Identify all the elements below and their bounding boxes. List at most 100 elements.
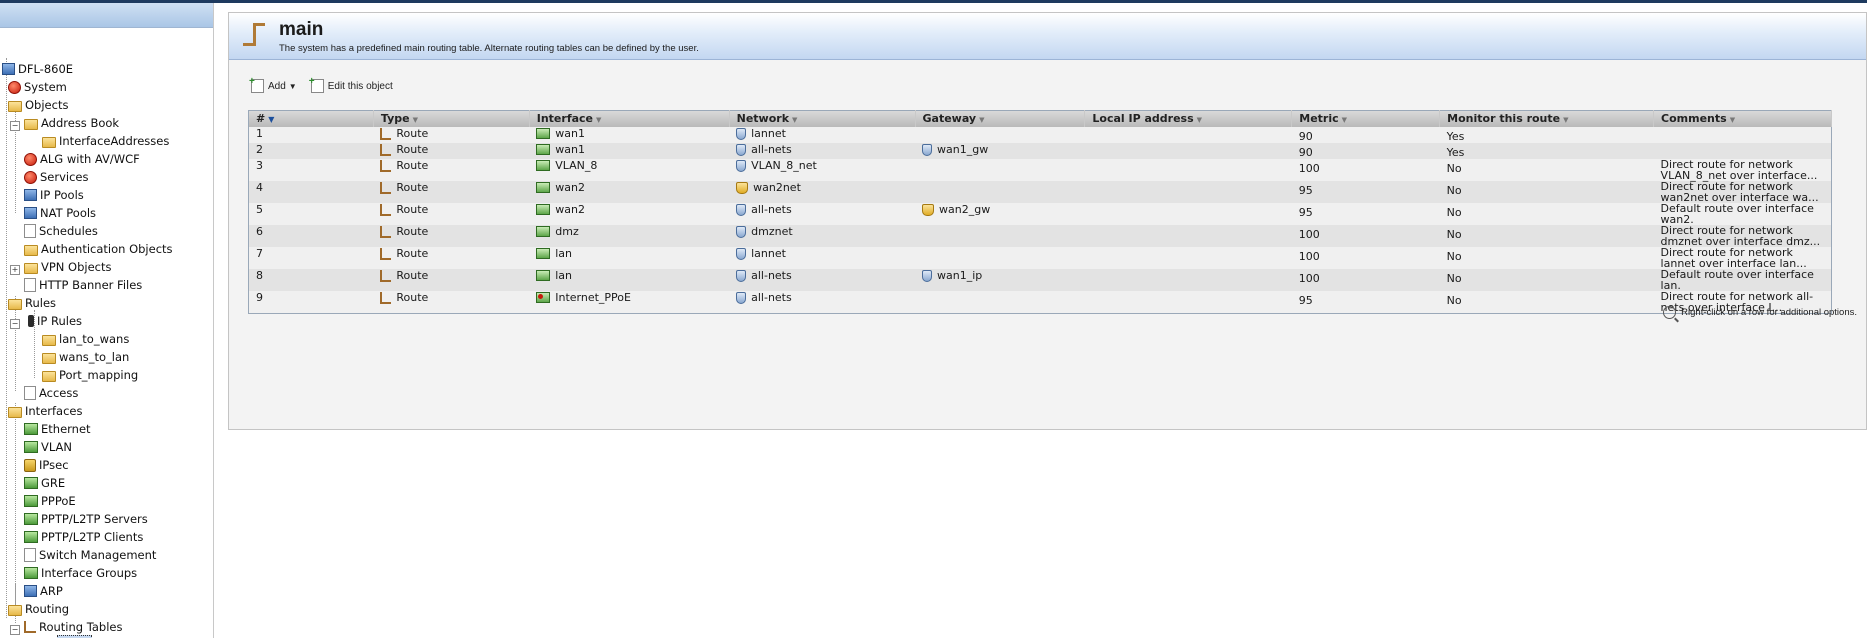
interface-icon <box>536 182 551 193</box>
folder-icon <box>8 100 22 112</box>
sort-icon: ▼ <box>1563 116 1569 125</box>
cell-comment: Default route over interface lan. <box>1660 267 1814 292</box>
expand-toggle[interactable]: − <box>10 319 20 329</box>
cell-network: wan2net <box>729 181 915 203</box>
tree-item-routing[interactable]: Routing <box>8 600 69 618</box>
cell-monitor: No <box>1446 205 1462 219</box>
route-icon <box>380 225 392 238</box>
tree-item-nat-pools[interactable]: NAT Pools <box>24 204 96 222</box>
tree-item-pppoe[interactable]: PPPoE <box>24 492 76 510</box>
tree-item-ipsec[interactable]: IPsec <box>24 456 69 474</box>
table-row[interactable]: 4 Route wan2 wan2net 95 No Direct route for ne… <box>248 180 1832 203</box>
access-icon <box>24 386 36 400</box>
table-row[interactable]: 5 Route wan2 all-nets wan2_gw 95 No Default rou… <box>248 202 1832 225</box>
tree-item-interface-groups[interactable]: Interface Groups <box>24 564 137 582</box>
tree-item-ip-rules[interactable]: IP Rules <box>24 312 82 330</box>
table-row[interactable]: 2 Route wan1 all-nets wan1_gw 90 Yes <box>248 142 1832 159</box>
table-row[interactable]: 9 Route Internet_PPoE all-nets 95 No Direct ro… <box>248 290 1832 314</box>
column-header-number[interactable]: # ▼ <box>248 110 374 127</box>
column-header-gateway[interactable]: Gateway ▼ <box>915 110 1086 127</box>
column-header-comments[interactable]: Comments ▼ <box>1653 110 1832 127</box>
cell-local-ip <box>1085 127 1292 143</box>
network-object-icon <box>736 127 747 140</box>
cell-number: 5 <box>256 202 263 216</box>
tree-item-objects[interactable]: Objects <box>8 96 68 114</box>
expand-toggle[interactable]: + <box>10 265 20 275</box>
table-row[interactable]: 3 Route VLAN_8 VLAN_8_net 100 No Direct route … <box>248 158 1832 181</box>
tree-item-lan-to-wans[interactable]: lan_to_wans <box>42 330 129 348</box>
tree-item-interface-addresses[interactable]: InterfaceAddresses <box>42 132 169 150</box>
sort-icon: ▼ <box>792 116 798 125</box>
tree-item-access[interactable]: Access <box>24 384 78 402</box>
column-header-monitor[interactable]: Monitor this route ▼ <box>1439 110 1655 127</box>
column-header-metric[interactable]: Metric ▼ <box>1291 110 1441 127</box>
table-row[interactable]: 6 Route dmz dmznet 100 No Direct route for net… <box>248 224 1832 247</box>
cell-type: Route <box>373 143 529 159</box>
tree-item-ethernet[interactable]: Ethernet <box>24 420 91 438</box>
tree-item-vlan[interactable]: VLAN <box>24 438 72 456</box>
network-object-icon <box>736 269 747 282</box>
interface-icon <box>536 144 551 155</box>
tree-item-routing-tables[interactable]: Routing Tables <box>24 618 122 636</box>
tree-item-interfaces[interactable]: Interfaces <box>8 402 82 420</box>
tree-item-switch-management[interactable]: Switch Management <box>24 546 156 564</box>
cell-monitor: No <box>1446 161 1462 175</box>
table-row[interactable]: 7 Route lan lannet 100 No Direct route for net… <box>248 246 1832 269</box>
tree-item-alg[interactable]: ALG with AV/WCF <box>24 150 140 168</box>
cell-interface: dmz <box>529 225 729 247</box>
cell-network: dmznet <box>729 225 915 247</box>
column-header-interface[interactable]: Interface ▼ <box>529 110 730 127</box>
route-icon <box>380 159 392 172</box>
page-header: main The system has a predefined main ro… <box>229 13 1866 60</box>
tree-item-rules[interactable]: Rules <box>8 294 56 312</box>
sort-icon: ▼ <box>1196 116 1203 125</box>
tree-item-gre[interactable]: GRE <box>24 474 65 492</box>
tree-item-ip-pools[interactable]: IP Pools <box>24 186 84 204</box>
edit-icon: + <box>309 77 324 93</box>
cell-comment <box>1654 127 1832 143</box>
tree-item-device[interactable]: DFL-860E <box>2 60 73 78</box>
cell-number: 3 <box>256 158 263 172</box>
tree-item-pptp-clients[interactable]: PPTP/L2TP Clients <box>24 528 143 546</box>
cell-interface: Internet_PPoE <box>529 291 729 314</box>
tree-item-services[interactable]: Services <box>24 168 89 186</box>
cell-metric: 95 <box>1298 293 1313 307</box>
pptp-server-icon <box>24 513 38 525</box>
ip-pool-icon <box>24 189 37 201</box>
system-icon <box>8 80 21 94</box>
table-row[interactable]: 1 Route wan1 lannet 90 Yes <box>248 126 1832 143</box>
table-row[interactable]: 8 Route lan all-nets wan1_ip 100 No Default rou… <box>248 267 1832 292</box>
tree-item-auth-objects[interactable]: Authentication Objects <box>24 240 173 258</box>
cell-type: Route <box>373 181 529 203</box>
cell-monitor: Yes <box>1446 129 1465 143</box>
folder-icon <box>42 136 56 148</box>
tree-item-port-mapping[interactable]: Port_mapping <box>42 366 138 384</box>
network-object-icon <box>736 247 747 260</box>
context-menu-hint: Right-click on a row for additional opti… <box>1663 306 1857 319</box>
tree-item-http-banner[interactable]: HTTP Banner Files <box>24 276 142 294</box>
cell-gateway <box>915 225 1085 247</box>
tree-item-schedules[interactable]: Schedules <box>24 222 98 240</box>
expand-toggle[interactable]: − <box>10 121 20 131</box>
cell-monitor: No <box>1446 227 1462 241</box>
tree-item-vpn-objects[interactable]: VPN Objects <box>24 258 112 276</box>
cell-local-ip <box>1085 247 1292 269</box>
device-icon <box>2 63 15 75</box>
tree-item-address-book[interactable]: Address Book <box>24 114 119 132</box>
cell-metric: 100 <box>1298 249 1320 263</box>
expand-toggle[interactable]: − <box>10 625 20 635</box>
edit-object-button[interactable]: + Edit this object <box>309 77 393 93</box>
cell-metric: 100 <box>1298 161 1320 175</box>
column-header-network[interactable]: Network ▼ <box>729 110 916 127</box>
add-button[interactable]: + Add ▼ <box>249 77 297 93</box>
tree-item-system[interactable]: System <box>8 78 67 96</box>
tree-item-wans-to-lan[interactable]: wans_to_lan <box>42 348 129 366</box>
cell-local-ip <box>1085 269 1292 291</box>
route-icon <box>380 181 392 194</box>
column-header-type[interactable]: Type ▼ <box>373 110 530 127</box>
tree-item-arp[interactable]: ARP <box>24 582 63 600</box>
tree-item-pptp-servers[interactable]: PPTP/L2TP Servers <box>24 510 148 528</box>
cell-gateway <box>915 159 1085 181</box>
cell-network: all-nets <box>729 291 915 314</box>
column-header-local-ip[interactable]: Local IP address ▼ <box>1084 110 1293 127</box>
